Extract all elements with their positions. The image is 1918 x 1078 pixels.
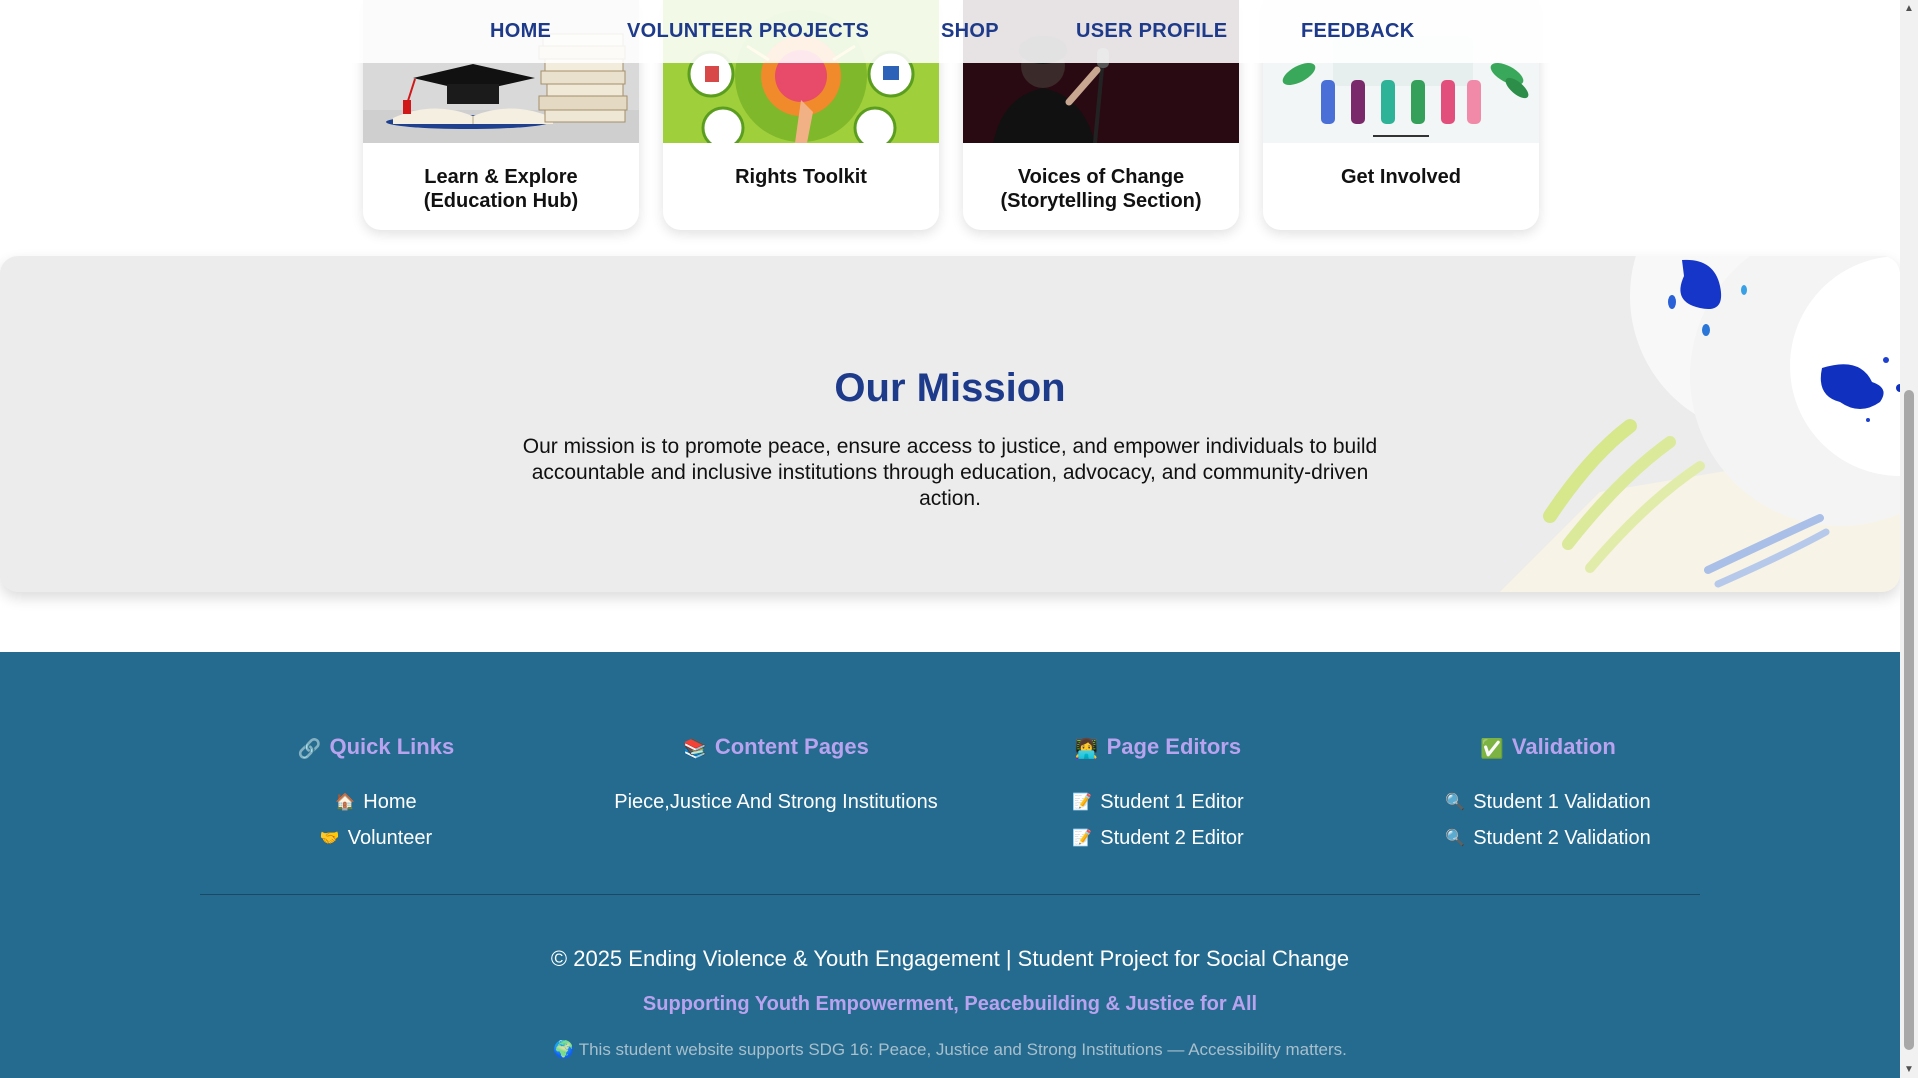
card-title: Learn & Explore (Education Hub) (423, 166, 579, 212)
footer-link-label: Home (363, 791, 417, 813)
footer-heading: 👩‍💻 Page Editors (968, 732, 1348, 762)
scroll-down-arrow-icon[interactable]: ▼ (1900, 1061, 1918, 1078)
scroll-up-arrow-icon[interactable]: ▲ (1900, 0, 1918, 17)
page-scrollbar[interactable]: ▲ ▼ (1900, 0, 1918, 1078)
magnifier-icon: 🔍 (1445, 794, 1466, 811)
mission-title: Our Mission (834, 366, 1066, 410)
footer-heading-label: Quick Links (329, 734, 455, 759)
footer-copyright: © 2025 Ending Violence & Youth Engagemen… (550, 946, 1350, 971)
card-title: Voices of Change (Storytelling Section) (1000, 166, 1202, 212)
nav-feedback[interactable]: FEEDBACK (1301, 0, 1415, 63)
footer-sdg-note: 🌍 This student website supports SDG 16: … (0, 1040, 1900, 1060)
nav-home[interactable]: HOME (490, 0, 551, 63)
footer-link-label: Student 2 Editor (1100, 827, 1244, 849)
nav-volunteer-projects[interactable]: VOLUNTEER PROJECTS (627, 0, 869, 63)
footer-column-quick-links: 🔗 Quick Links 🏠 Home 🤝 Volunteer (186, 732, 566, 856)
footer-link-peace-justice-page[interactable]: Piece,Justice And Strong Institutions (586, 784, 966, 820)
footer-link-label: Student 1 Validation (1473, 791, 1651, 813)
nav-shop[interactable]: SHOP (941, 0, 999, 63)
footer-link-home[interactable]: 🏠 Home (186, 784, 566, 820)
nav-user-profile[interactable]: USER PROFILE (1076, 0, 1227, 63)
handshake-icon: 🤝 (319, 830, 340, 847)
globe-icon: 🌍 (553, 1040, 575, 1059)
link-icon: 🔗 (297, 739, 322, 760)
card-title: Rights Toolkit (735, 166, 867, 188)
footer-link-volunteer[interactable]: 🤝 Volunteer (186, 820, 566, 856)
footer-heading-label: Page Editors (1106, 734, 1242, 759)
footer-heading-label: Content Pages (714, 734, 869, 759)
memo-icon: 📝 (1072, 830, 1093, 847)
books-icon: 📚 (683, 739, 707, 760)
top-navigation: HOME VOLUNTEER PROJECTS SHOP USER PROFIL… (0, 0, 1900, 63)
footer-column-content-pages: 📚 Content Pages Piece,Justice And Strong … (586, 732, 966, 820)
magnifier-icon: 🔍 (1445, 830, 1466, 847)
mission-section: Our Mission Our mission is to promote pe… (0, 256, 1900, 592)
footer-heading: 📚 Content Pages (586, 732, 966, 762)
check-mark-icon: ✅ (1480, 739, 1504, 760)
footer-heading-label: Validation (1511, 734, 1616, 759)
footer-link-student-2-editor[interactable]: 📝 Student 2 Editor (968, 820, 1348, 856)
footer-heading: ✅ Validation (1358, 732, 1738, 762)
footer-tagline: Supporting Youth Empowerment, Peacebuild… (642, 993, 1258, 1015)
mission-text: Our mission is to promote peace, ensure … (522, 435, 1378, 510)
footer-heading: 🔗 Quick Links (186, 732, 566, 762)
footer-link-label: Student 1 Editor (1100, 791, 1244, 813)
footer-link-label: Piece,Justice And Strong Institutions (614, 791, 938, 813)
site-footer: 🔗 Quick Links 🏠 Home 🤝 Volunteer 📚 Content P… (0, 652, 1900, 1078)
footer-link-student-1-editor[interactable]: 📝 Student 1 Editor (968, 784, 1348, 820)
watercolor-palette-decoration (1300, 256, 1900, 592)
house-icon: 🏠 (335, 794, 356, 811)
card-title: Get Involved (1340, 166, 1462, 188)
footer-link-label: Volunteer (347, 827, 433, 849)
footer-column-page-editors: 👩‍💻 Page Editors 📝 Student 1 Editor 📝 Stude… (968, 732, 1348, 856)
scrollbar-thumb[interactable] (1904, 390, 1914, 1050)
memo-icon: 📝 (1072, 794, 1093, 811)
footer-link-label: Student 2 Validation (1473, 827, 1651, 849)
footer-column-validation: ✅ Validation 🔍 Student 1 Validation 🔍 Stude… (1358, 732, 1738, 856)
footer-divider (200, 894, 1700, 895)
footer-link-student-2-validation[interactable]: 🔍 Student 2 Validation (1358, 820, 1738, 856)
footer-link-student-1-validation[interactable]: 🔍 Student 1 Validation (1358, 784, 1738, 820)
person-at-laptop-icon: 👩‍💻 (1074, 739, 1099, 760)
sdg-note-text: This student website supports SDG 16: Pe… (578, 1040, 1347, 1059)
